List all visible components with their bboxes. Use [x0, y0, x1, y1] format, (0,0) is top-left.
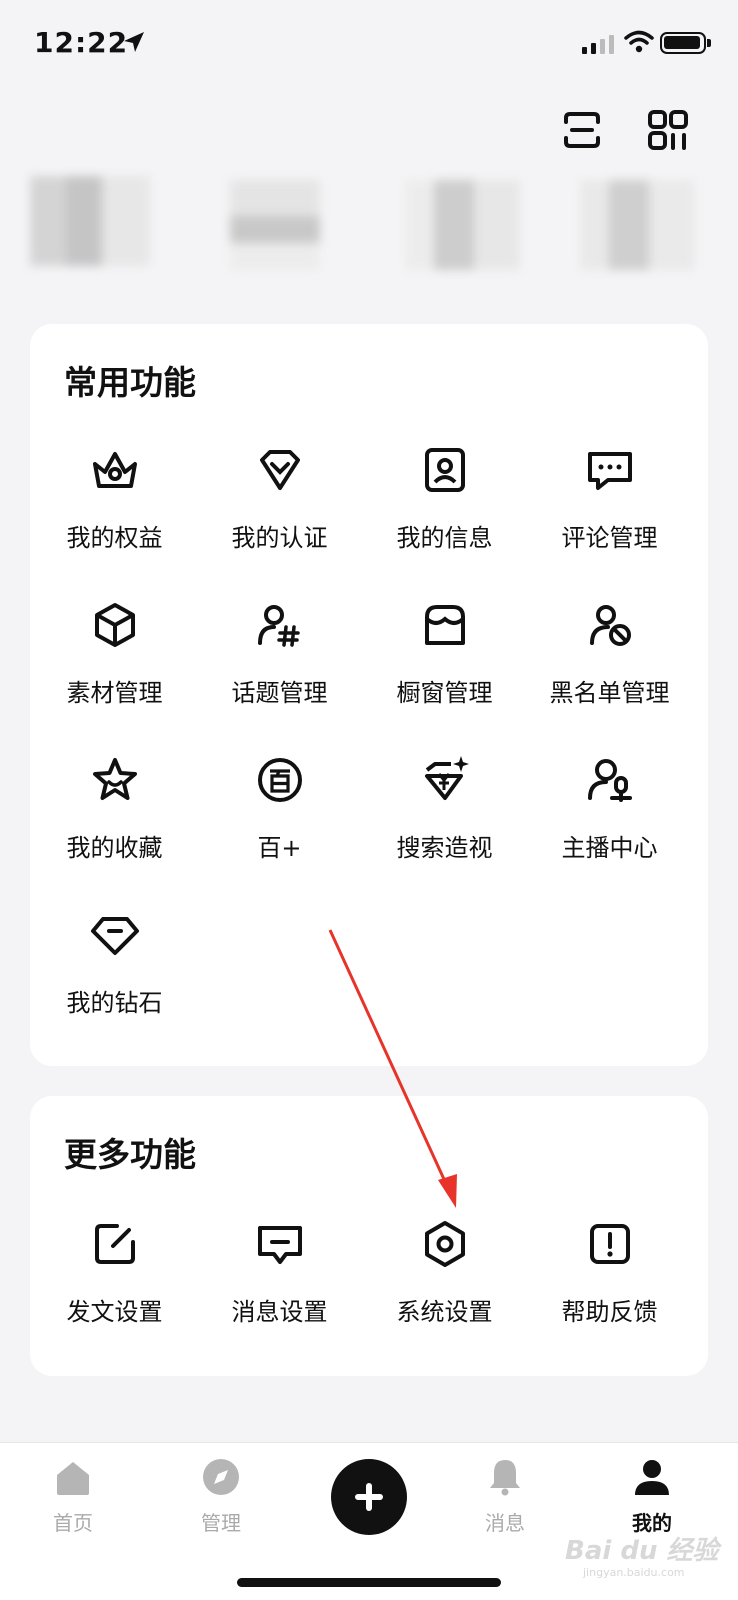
item-search-insight[interactable]: 搜索造视	[360, 752, 529, 863]
item-help-feedback[interactable]: 帮助反馈	[525, 1216, 694, 1327]
item-comment-management[interactable]: 评论管理	[525, 442, 694, 553]
section-title: 常用功能	[64, 363, 196, 402]
item-showcase-management[interactable]: 橱窗管理	[360, 597, 529, 708]
item-my-rights[interactable]: 我的权益	[30, 442, 199, 553]
location-arrow-icon	[124, 32, 144, 52]
more-functions-card: 更多功能 发文设置 消息设置 系统设置 帮助反馈	[30, 1096, 708, 1376]
item-label: 系统设置	[396, 1298, 493, 1326]
item-label: 黑名单管理	[549, 679, 670, 707]
item-label: 我的收藏	[66, 834, 163, 862]
profile-stats-blurred	[0, 176, 738, 286]
item-label: 话题管理	[231, 679, 328, 707]
item-streamer-center[interactable]: 主播中心	[525, 752, 694, 863]
item-label: 消息设置	[231, 1298, 328, 1326]
item-topic-management[interactable]: 话题管理	[195, 597, 364, 708]
publish-plus-button[interactable]	[331, 1459, 407, 1535]
item-my-certification[interactable]: 我的认证	[195, 442, 364, 553]
star-icon	[92, 758, 137, 800]
item-my-diamonds[interactable]: 我的钻石	[30, 907, 199, 1018]
status-bar: 12:22	[0, 0, 738, 90]
item-label: 搜索造视	[396, 834, 493, 862]
tab-manage[interactable]: 管理	[161, 1455, 281, 1536]
item-post-settings[interactable]: 发文设置	[30, 1216, 199, 1327]
battery-icon	[660, 32, 711, 54]
topic-hash-icon	[257, 605, 300, 647]
home-indicator	[237, 1578, 501, 1587]
status-time: 12:22	[34, 26, 129, 59]
item-label: 主播中心	[561, 834, 658, 862]
home-icon	[57, 1462, 89, 1495]
cube-icon	[94, 603, 135, 647]
item-label: 评论管理	[561, 524, 658, 552]
tab-home[interactable]: 首页	[13, 1455, 133, 1536]
item-label: 帮助反馈	[561, 1298, 658, 1326]
item-label: 发文设置	[66, 1298, 163, 1326]
wifi-icon	[624, 30, 654, 53]
help-feedback-icon	[589, 1224, 630, 1264]
compass-icon	[203, 1459, 239, 1495]
qr-code-icon[interactable]	[646, 108, 690, 152]
profile-card-icon	[424, 448, 465, 492]
tab-mine[interactable]: 我的	[592, 1455, 712, 1536]
watermark-logo: Bai du 经验	[565, 1536, 719, 1566]
person-icon	[635, 1460, 669, 1495]
item-label: 我的钻石	[66, 989, 163, 1017]
item-material-management[interactable]: 素材管理	[30, 597, 199, 708]
watermark-url: jingyan.baidu.com	[583, 1566, 685, 1579]
scan-icon[interactable]	[560, 108, 604, 152]
item-message-settings[interactable]: 消息设置	[195, 1216, 364, 1327]
section-title: 更多功能	[64, 1135, 196, 1174]
streamer-mic-icon	[587, 759, 632, 802]
tab-label: 首页	[53, 1511, 93, 1535]
item-label: 我的信息	[396, 524, 493, 552]
shop-window-icon	[424, 605, 465, 645]
tab-label: 消息	[485, 1511, 525, 1535]
diamond-icon	[90, 917, 139, 955]
item-label: 橱窗管理	[396, 679, 493, 707]
tab-label: 管理	[201, 1511, 241, 1535]
settings-hexagon-icon	[424, 1221, 465, 1267]
message-icon	[257, 1226, 302, 1264]
item-label: 素材管理	[66, 679, 163, 707]
item-system-settings[interactable]: 系统设置	[360, 1216, 529, 1327]
item-label: 百+	[257, 834, 302, 862]
search-insight-icon	[424, 756, 469, 800]
verified-badge-icon	[259, 450, 300, 490]
crown-icon	[92, 452, 137, 488]
common-functions-card: 常用功能 我的权益 我的认证 我的信息 评论管理 素材管理 话题管理 橱窗管理 …	[30, 324, 708, 1066]
tab-messages[interactable]: 消息	[445, 1455, 565, 1536]
item-my-info[interactable]: 我的信息	[360, 442, 529, 553]
item-label: 我的认证	[231, 524, 328, 552]
item-label: 我的权益	[66, 524, 163, 552]
bai-plus-icon	[257, 758, 302, 802]
edit-icon	[94, 1224, 135, 1264]
cellular-signal-icon	[582, 35, 614, 54]
block-user-icon	[589, 605, 631, 646]
item-blacklist-management[interactable]: 黑名单管理	[525, 597, 694, 708]
comment-icon	[587, 452, 632, 490]
item-bai-plus[interactable]: 百+	[195, 752, 364, 863]
bell-icon	[490, 1460, 520, 1496]
item-my-favorites[interactable]: 我的收藏	[30, 752, 199, 863]
